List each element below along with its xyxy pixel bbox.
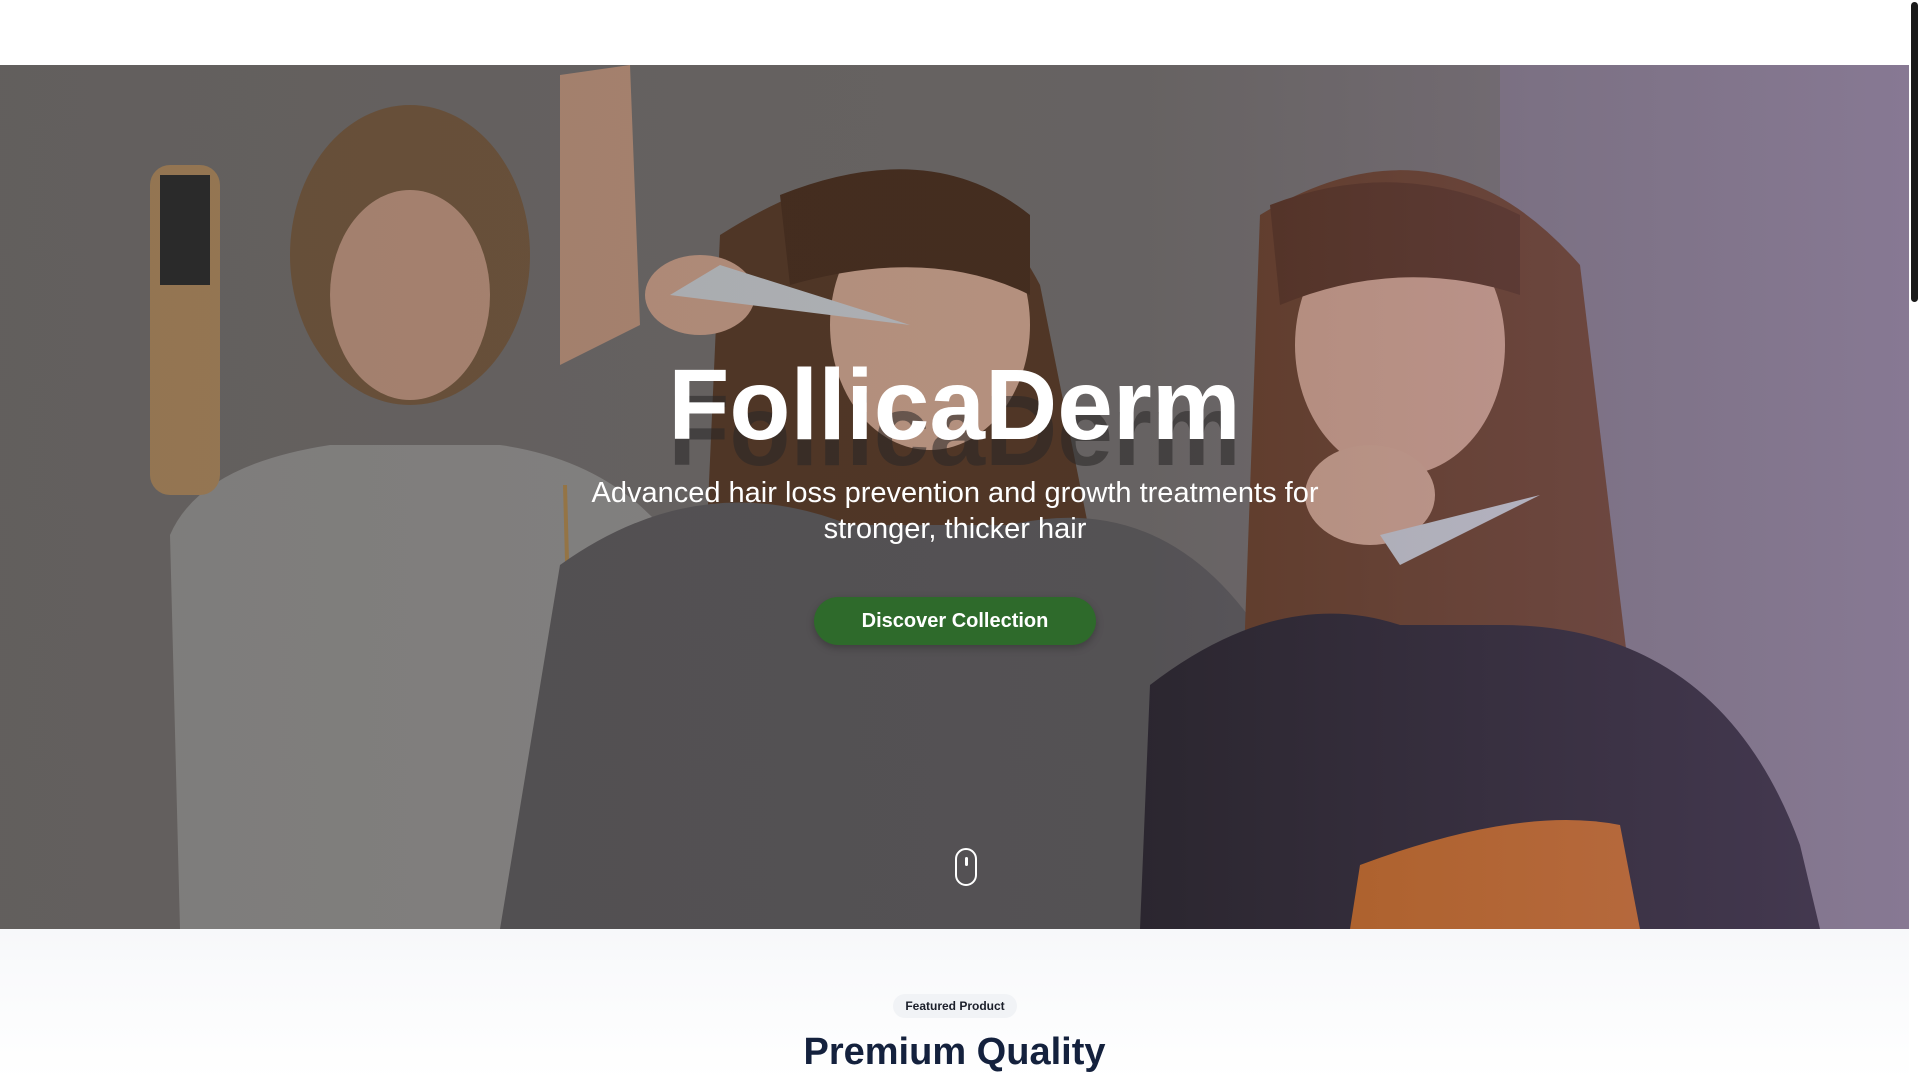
hero-title-group: FollicaDerm FollicaDerm [0, 340, 1909, 487]
featured-badge: Featured Product [893, 994, 1017, 1018]
hero-content: FollicaDerm FollicaDerm Advanced hair lo… [0, 65, 1909, 929]
mouse-scroll-icon[interactable] [955, 848, 977, 886]
section-title: Premium Quality [803, 1031, 1106, 1073]
scrollbar-thumb[interactable] [1911, 2, 1918, 302]
top-nav-bar [0, 0, 1909, 65]
hero-subtitle: Advanced hair loss prevention and growth… [591, 477, 1319, 545]
featured-section: Featured Product Premium Quality [0, 929, 1909, 1080]
hero-title: FollicaDerm [668, 349, 1241, 461]
page: FollicaDerm FollicaDerm Advanced hair lo… [0, 0, 1920, 1080]
discover-collection-button[interactable]: Discover Collection [814, 597, 1096, 645]
mouse-wheel-dot [965, 857, 968, 866]
hero-section: FollicaDerm FollicaDerm Advanced hair lo… [0, 65, 1909, 929]
